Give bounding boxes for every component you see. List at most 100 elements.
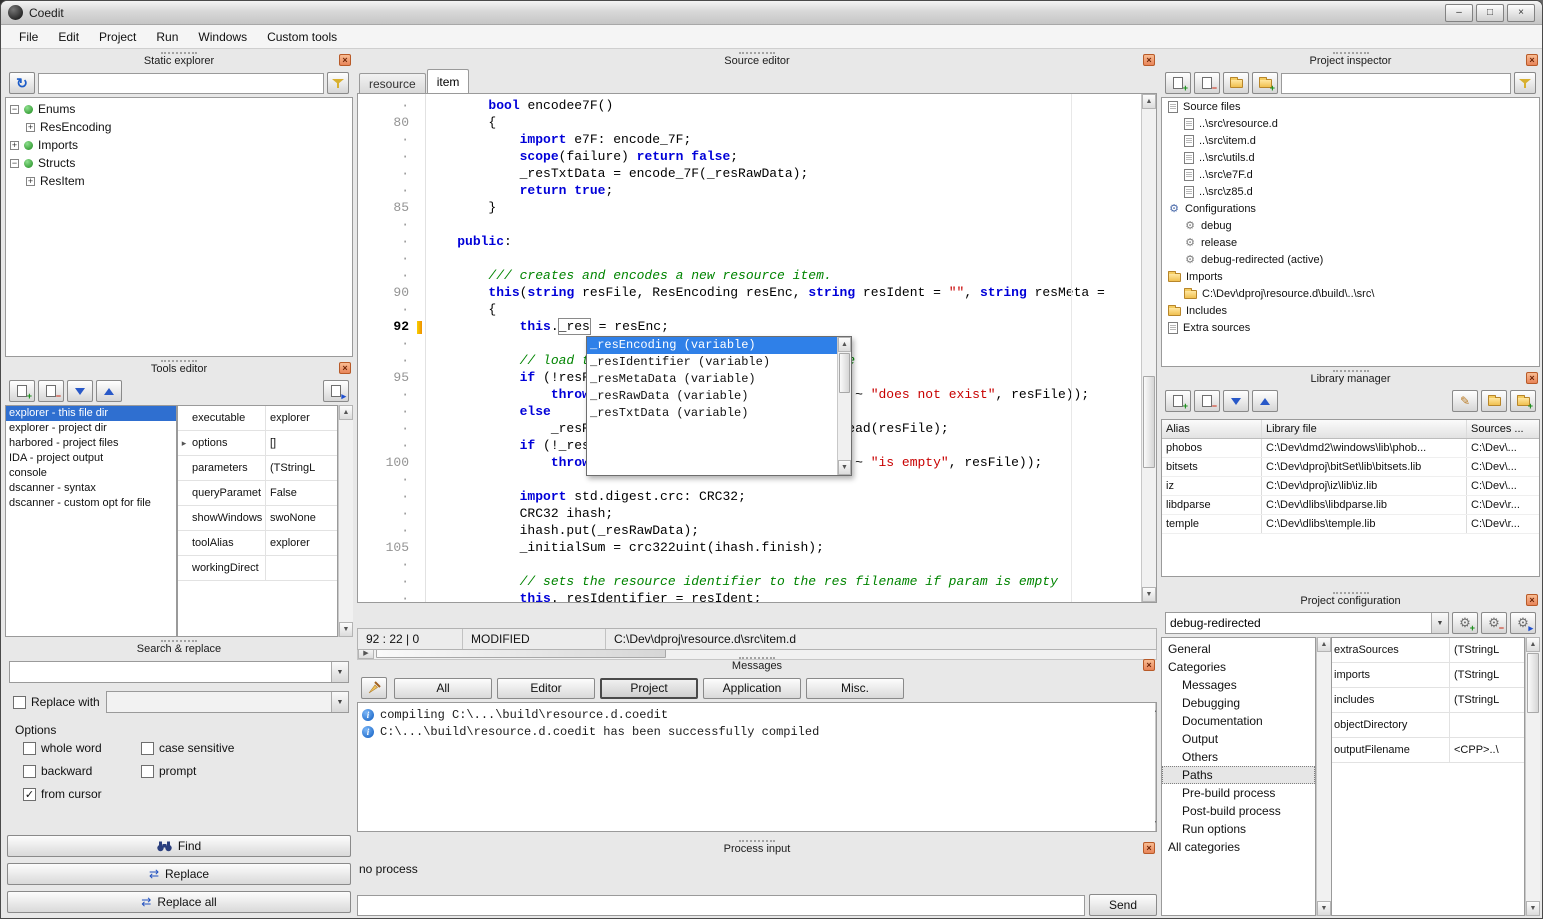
gutter-line[interactable]: · <box>358 302 425 319</box>
scroll-down-icon[interactable]: ▼ <box>1156 816 1157 831</box>
code-line[interactable]: this._res = resEnc; <box>426 319 1141 336</box>
checkbox[interactable] <box>141 765 154 778</box>
process-input-field[interactable] <box>357 895 1085 916</box>
option-whole-word[interactable]: whole word <box>23 741 141 755</box>
clone-configuration-button[interactable]: ⚙▸ <box>1510 612 1536 634</box>
property-value[interactable]: (TStringL <box>1450 638 1524 662</box>
column-header-alias[interactable]: Alias <box>1162 420 1262 438</box>
gutter-line[interactable]: · <box>358 523 425 540</box>
close-button[interactable]: × <box>1507 4 1535 22</box>
completion-scrollbar[interactable]: ▲ ▼ <box>837 337 851 475</box>
code-line[interactable]: /// creates and encodes a new resource i… <box>426 268 1141 285</box>
category-categories[interactable]: Categories <box>1162 658 1315 676</box>
add-library-folder-button[interactable]: + <box>1510 390 1536 412</box>
gutter-line[interactable]: · <box>358 149 425 166</box>
tree-item-structs[interactable]: −Structs <box>6 154 352 172</box>
config-grid-scrollbar[interactable]: ▲ ▼ <box>1525 637 1540 916</box>
gutter-line[interactable]: · <box>358 438 425 455</box>
property-value[interactable]: [] <box>266 431 337 455</box>
editor-gutter[interactable]: ·80····85····90·92··95····100····105··· <box>358 94 426 602</box>
add-folder-button[interactable] <box>1223 72 1249 94</box>
category-others[interactable]: Others <box>1162 748 1315 766</box>
property-value[interactable] <box>1450 713 1524 737</box>
gutter-line[interactable]: 105 <box>358 540 425 557</box>
clear-messages-button[interactable] <box>361 677 387 699</box>
category-output[interactable]: Output <box>1162 730 1315 748</box>
gutter-line[interactable]: · <box>358 166 425 183</box>
remove-library-button[interactable]: − <box>1194 390 1220 412</box>
category-debugging[interactable]: Debugging <box>1162 694 1315 712</box>
category-all-categories[interactable]: All categories <box>1162 838 1315 856</box>
completion-item[interactable]: _resRawData (variable) <box>587 388 837 405</box>
library-row[interactable]: izC:\Dev\dproj\iz\lib\iz.libC:\Dev\... <box>1162 477 1539 496</box>
tool-item-console[interactable]: console <box>6 466 176 481</box>
maximize-button[interactable]: □ <box>1476 4 1504 22</box>
option-case-sensitive[interactable]: case sensitive <box>141 741 345 755</box>
scroll-up-icon[interactable]: ▲ <box>1156 703 1157 718</box>
code-line[interactable]: _resTxtData = encode_7F(_resRawData); <box>426 166 1141 183</box>
close-panel-icon[interactable]: × <box>339 362 351 374</box>
property-row[interactable]: outputFilename<CPP>..\ <box>1332 738 1524 763</box>
close-panel-icon[interactable]: × <box>1526 54 1538 66</box>
code-line[interactable] <box>426 217 1141 234</box>
property-value[interactable]: (TStringL <box>1450 663 1524 687</box>
gutter-line[interactable]: · <box>358 183 425 200</box>
gutter-line[interactable]: 100 <box>358 455 425 472</box>
scroll-up-icon[interactable]: ▲ <box>1317 637 1331 652</box>
property-value[interactable]: explorer <box>266 531 337 555</box>
find-button[interactable]: Find <box>7 835 351 857</box>
message-row[interactable]: icompiling C:\...\build\resource.d.coedi… <box>358 706 1156 723</box>
minimize-button[interactable]: – <box>1445 4 1473 22</box>
property-value[interactable]: False <box>266 481 337 505</box>
gutter-line[interactable]: 92 <box>358 319 425 336</box>
refresh-button[interactable]: ↻ <box>9 72 35 94</box>
inspector-item-imports[interactable]: Imports <box>1162 268 1539 285</box>
close-panel-icon[interactable]: × <box>1143 659 1155 671</box>
scrollbar-thumb[interactable] <box>1143 376 1155 468</box>
remove-source-button[interactable]: − <box>1194 72 1220 94</box>
property-row[interactable]: extraSources(TStringL <box>1332 638 1524 663</box>
menu-run[interactable]: Run <box>146 27 188 47</box>
gutter-line[interactable]: · <box>358 217 425 234</box>
inspector-item-src-item-d[interactable]: ..\src\item.d <box>1162 132 1539 149</box>
scroll-up-icon[interactable]: ▲ <box>1526 637 1540 652</box>
tools-grid-scrollbar[interactable]: ▲ ▼ <box>338 405 353 637</box>
messages-scrollbar[interactable]: ▲ ▼ <box>1155 703 1156 831</box>
scroll-up-icon[interactable]: ▲ <box>1142 94 1156 109</box>
inspector-filter-input[interactable] <box>1281 73 1511 94</box>
code-line[interactable]: scope(failure) return false; <box>426 149 1141 166</box>
categories-scrollbar[interactable]: ▲ ▼ <box>1316 637 1331 916</box>
gutter-line[interactable]: · <box>358 353 425 370</box>
category-documentation[interactable]: Documentation <box>1162 712 1315 730</box>
move-library-up-button[interactable] <box>1252 390 1278 412</box>
library-row[interactable]: libdparseC:\Dev\dlibs\libdparse.libC:\De… <box>1162 496 1539 515</box>
gutter-line[interactable]: · <box>358 387 425 404</box>
tool-item-harbored-project-files[interactable]: harbored - project files <box>6 436 176 451</box>
property-value[interactable]: <CPP>..\ <box>1450 738 1524 762</box>
code-line[interactable]: this(string resFile, ResEncoding resEnc,… <box>426 285 1141 302</box>
filter-project-button[interactable]: Project <box>600 678 698 699</box>
category-pre-build-process[interactable]: Pre-build process <box>1162 784 1315 802</box>
send-button[interactable]: Send <box>1089 894 1157 916</box>
property-row[interactable]: queryParametFalse <box>178 481 337 506</box>
dropdown-arrow-icon[interactable]: ▼ <box>331 692 348 712</box>
inspector-item-release[interactable]: ⚙release <box>1162 234 1539 251</box>
gutter-line[interactable]: · <box>358 421 425 438</box>
property-row[interactable]: objectDirectory <box>1332 713 1524 738</box>
tab-resource[interactable]: resource <box>359 73 426 93</box>
inspector-item-source-files[interactable]: Source files <box>1162 98 1539 115</box>
category-post-build-process[interactable]: Post-build process <box>1162 802 1315 820</box>
symbol-filter-input[interactable] <box>38 73 324 94</box>
dropdown-arrow-icon[interactable]: ▼ <box>331 662 348 682</box>
tool-item-explorer-this-file-dir[interactable]: explorer - this file dir <box>6 406 176 421</box>
menu-project[interactable]: Project <box>89 27 146 47</box>
checkbox[interactable] <box>141 742 154 755</box>
move-library-down-button[interactable] <box>1223 390 1249 412</box>
gutter-line[interactable]: · <box>358 506 425 523</box>
property-row[interactable]: parameters(TStringL <box>178 456 337 481</box>
tool-item-dscanner-syntax[interactable]: dscanner - syntax <box>6 481 176 496</box>
replace-all-button[interactable]: ⇄ Replace all <box>7 891 351 913</box>
gutter-line[interactable]: 90 <box>358 285 425 302</box>
property-row[interactable]: ▸options[] <box>178 431 337 456</box>
library-row[interactable]: phobosC:\Dev\dmd2\windows\lib\phob...C:\… <box>1162 439 1539 458</box>
